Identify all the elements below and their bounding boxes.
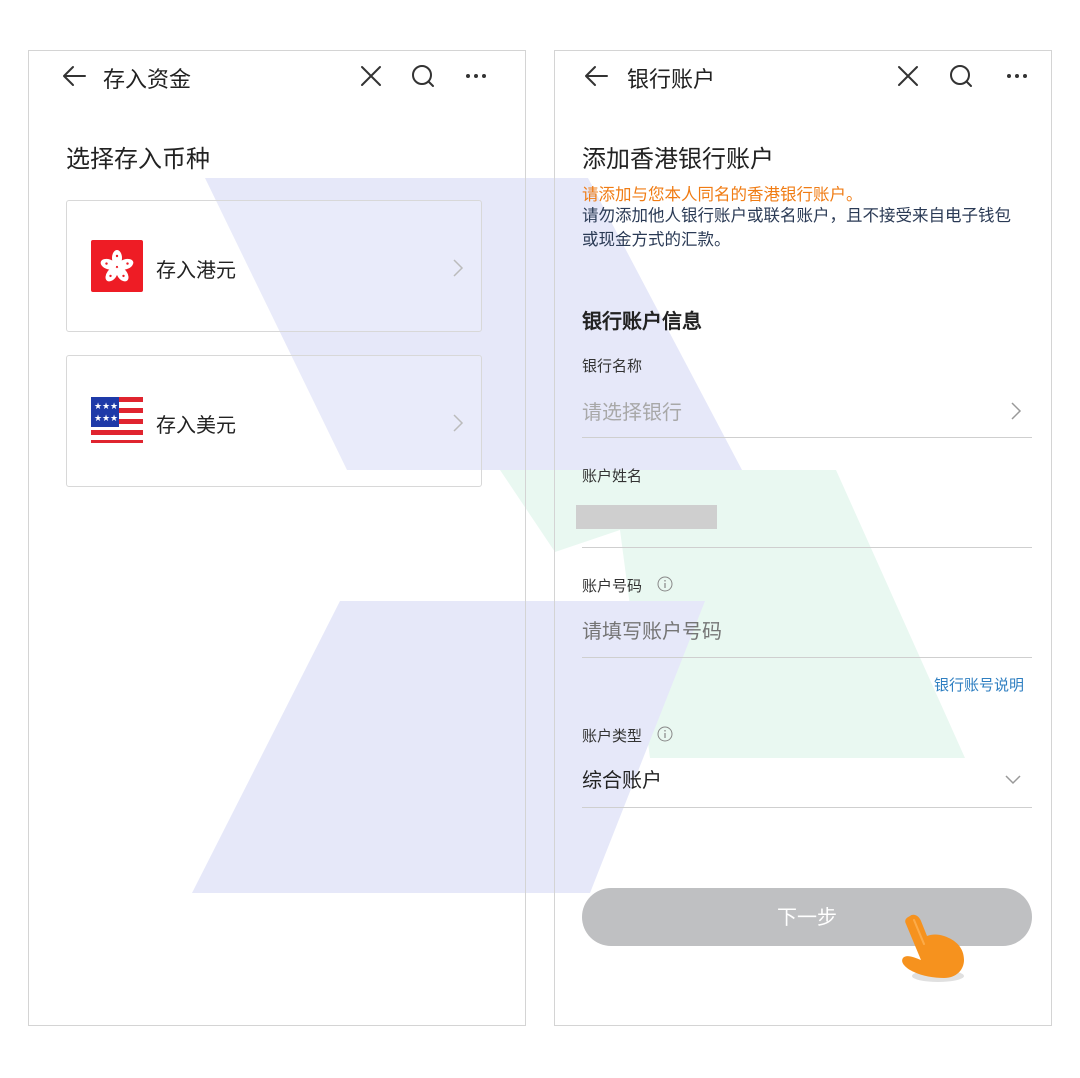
svg-text:★: ★	[94, 414, 102, 424]
deposit-usd-label: 存入美元	[156, 413, 236, 437]
deposit-funds-screen: 存入资金 选择存入币种 存入港元 ★ ★ ★ ★ ★ ★ 存入美元	[28, 50, 526, 1026]
close-icon[interactable]	[895, 63, 921, 89]
account-type-label: 账户类型	[582, 727, 643, 745]
info-icon[interactable]	[657, 576, 673, 592]
back-arrow-icon[interactable]	[583, 63, 609, 89]
bank-select-field[interactable]: 请选择银行	[582, 396, 1032, 430]
chevron-right-icon	[453, 414, 464, 432]
account-number-help-link[interactable]: 银行账号说明	[934, 674, 1024, 695]
account-number-input[interactable]	[582, 614, 1032, 648]
us-flag-icon: ★ ★ ★ ★ ★ ★	[91, 397, 143, 443]
svg-text:★: ★	[102, 414, 110, 424]
divider	[582, 547, 1032, 548]
bank-account-screen: 银行账户 添加香港银行账户 请添加与您本人同名的香港银行账户。 请勿添加他人银行…	[554, 50, 1052, 1026]
deposit-usd-option[interactable]: ★ ★ ★ ★ ★ ★ 存入美元	[66, 355, 482, 487]
chevron-right-icon	[453, 259, 464, 277]
more-icon[interactable]	[1004, 63, 1030, 89]
restriction-notice: 请勿添加他人银行账户或联名账户，且不接受来自电子钱包或现金方式的汇款。	[582, 206, 1011, 249]
add-account-heading: 添加香港银行账户	[582, 145, 774, 173]
back-arrow-icon[interactable]	[61, 63, 87, 89]
account-type-value: 综合账户	[582, 768, 662, 792]
redacted-account-name	[576, 505, 717, 529]
divider	[582, 437, 1032, 438]
divider	[582, 807, 1032, 808]
chevron-down-icon	[1005, 775, 1021, 785]
page-title: 存入资金	[103, 68, 192, 93]
svg-text:★: ★	[102, 402, 110, 412]
account-number-label: 账户号码	[582, 577, 643, 595]
same-name-notice: 请添加与您本人同名的香港银行账户。	[582, 185, 863, 204]
page-title: 银行账户	[627, 68, 716, 93]
currency-heading: 选择存入币种	[66, 145, 210, 173]
nav-bar: 银行账户	[555, 51, 1051, 103]
deposit-hkd-option[interactable]: 存入港元	[66, 200, 482, 332]
svg-text:★: ★	[94, 402, 102, 412]
account-type-select[interactable]: 综合账户	[582, 764, 1032, 798]
svg-text:★: ★	[110, 414, 118, 424]
tap-hand-icon	[902, 914, 964, 982]
nav-bar: 存入资金	[29, 51, 525, 103]
search-icon[interactable]	[948, 63, 974, 89]
bank-select-placeholder: 请选择银行	[582, 400, 682, 424]
hong-kong-flag-icon	[91, 240, 143, 292]
chevron-right-icon	[1011, 402, 1022, 420]
divider	[582, 657, 1032, 658]
bank-name-label: 银行名称	[582, 357, 643, 375]
svg-text:★: ★	[110, 402, 118, 412]
account-name-label: 账户姓名	[582, 467, 643, 485]
info-icon[interactable]	[657, 726, 673, 742]
close-icon[interactable]	[358, 63, 384, 89]
deposit-hkd-label: 存入港元	[156, 258, 236, 282]
section-title: 银行账户信息	[582, 309, 702, 333]
more-icon[interactable]	[463, 63, 489, 89]
search-icon[interactable]	[410, 63, 436, 89]
